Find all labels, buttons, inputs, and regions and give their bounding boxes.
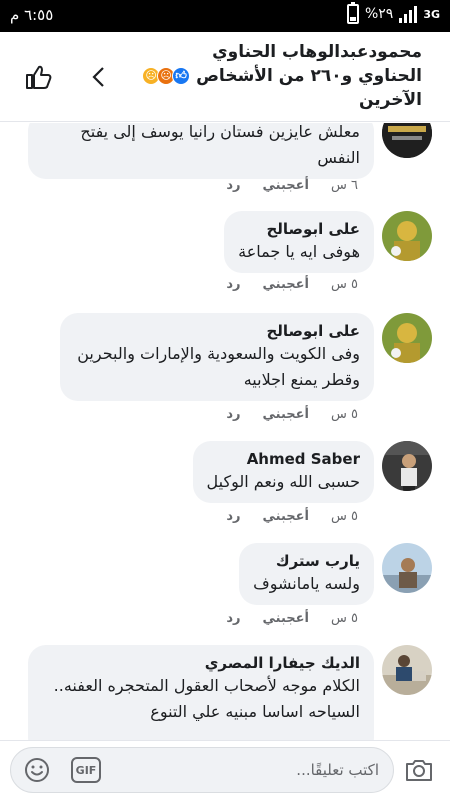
status-bar: ٦:٥٥ م %٢٩ 3G — [0, 0, 450, 32]
comment-item: يارب سترك ولسه يامانشوف ٥ س أعجبني رد — [12, 543, 432, 638]
comment-bubble[interactable]: معلش عايزين فستان رانيا يوسف إلى يفتح ال… — [28, 123, 374, 179]
status-time: ٦:٥٥ م — [10, 6, 54, 24]
comments-list[interactable]: معلش عايزين فستان رانيا يوسف إلى يفتح ال… — [0, 123, 450, 740]
like-comment-button[interactable]: أعجبني — [263, 407, 309, 422]
comment-item: الديك جيفارا المصري الكلام موجه لأصحاب ا… — [12, 645, 432, 740]
reactions-header: محمودعبدالوهاب الحناوي الحناوي و٢٦٠ من ا… — [0, 32, 450, 122]
comment-actions: ٥ س أعجبني رد — [226, 611, 358, 626]
comment-time: ٦ س — [331, 178, 358, 193]
comment-text: الكلام موجه لأصحاب العقول المتحجره العفن… — [53, 676, 360, 721]
battery-icon — [346, 2, 359, 24]
back-button[interactable] — [84, 62, 114, 92]
emoji-button[interactable] — [23, 756, 51, 784]
avatar[interactable] — [382, 123, 432, 158]
comment-bubble[interactable]: على ابوصالح هوفى ايه يا جماعة — [224, 211, 374, 273]
comment-time: ٥ س — [331, 509, 358, 524]
comment-bubble[interactable]: على ابوصالح وفى الكويت والسعودية والإمار… — [60, 313, 374, 401]
comment-time: ٥ س — [331, 407, 358, 422]
battery-percent: %٢٩ — [364, 6, 394, 22]
comment-author[interactable]: على ابوصالح — [238, 219, 360, 239]
comment-time: ٥ س — [331, 611, 358, 626]
comment-item: Ahmed Saber حسبى الله ونعم الوكيل ٥ س أع… — [12, 441, 432, 536]
comment-author[interactable]: الديك جيفارا المصري — [42, 653, 360, 673]
comment-input[interactable]: اكتب تعليقًا... GIF — [10, 747, 394, 793]
reaction-icons: ☹ ☹ 👍︎ — [142, 67, 191, 85]
comment-composer: اكتب تعليقًا... GIF — [0, 740, 450, 800]
avatar[interactable] — [382, 313, 432, 363]
header-title-line3: الآخرين — [359, 90, 422, 110]
comment-text: معلش عايزين فستان رانيا يوسف إلى يفتح ال… — [80, 123, 360, 167]
chevron-left-icon — [92, 67, 104, 87]
emoji-icon — [25, 758, 49, 782]
comment-item: على ابوصالح وفى الكويت والسعودية والإمار… — [12, 313, 432, 422]
comment-actions: ٥ س أعجبني رد — [226, 509, 358, 524]
avatar[interactable] — [382, 441, 432, 491]
reply-comment-button[interactable]: رد — [226, 509, 240, 524]
comment-text: وفى الكويت والسعودية والإمارات والبحرين … — [77, 344, 360, 389]
comment-time: ٥ س — [331, 277, 358, 292]
comment-item: معلش عايزين فستان رانيا يوسف إلى يفتح ال… — [12, 123, 432, 198]
header-title-line1: محمودعبدالوهاب الحناوي — [212, 42, 422, 62]
comment-author[interactable]: يارب سترك — [253, 551, 360, 571]
like-comment-button[interactable]: أعجبني — [263, 178, 309, 193]
camera-icon — [406, 760, 432, 781]
avatar[interactable] — [382, 543, 432, 593]
comment-bubble[interactable]: الديك جيفارا المصري الكلام موجه لأصحاب ا… — [28, 645, 374, 740]
comment-item: على ابوصالح هوفى ايه يا جماعة ٥ س أعجبني… — [12, 211, 432, 306]
comment-actions: ٥ س أعجبني رد — [226, 407, 358, 422]
header-title-line2: الحناوي و٢٦٠ من الأشخاص — [196, 66, 422, 86]
status-icons: %٢٩ 3G — [346, 2, 440, 24]
like-comment-button[interactable]: أعجبني — [263, 509, 309, 524]
thumbs-up-icon — [26, 65, 52, 89]
comment-actions: ٥ س أعجبني رد — [226, 277, 358, 292]
avatar[interactable] — [382, 211, 432, 261]
reactions-summary[interactable]: محمودعبدالوهاب الحناوي الحناوي و٢٦٠ من ا… — [92, 40, 422, 112]
reply-comment-button[interactable]: رد — [226, 407, 240, 422]
comment-input-placeholder: اكتب تعليقًا... — [296, 761, 379, 779]
comment-bubble[interactable]: يارب سترك ولسه يامانشوف — [239, 543, 374, 605]
comment-actions: ٦ س أعجبني رد — [226, 178, 358, 193]
comment-author[interactable]: Ahmed Saber — [207, 449, 360, 469]
comment-text: ولسه يامانشوف — [253, 574, 360, 593]
comment-text: حسبى الله ونعم الوكيل — [206, 472, 360, 491]
reply-comment-button[interactable]: رد — [226, 611, 240, 626]
like-post-button[interactable] — [22, 60, 56, 94]
network-type: 3G — [423, 7, 440, 21]
avatar[interactable] — [382, 645, 432, 695]
comment-bubble[interactable]: Ahmed Saber حسبى الله ونعم الوكيل — [192, 441, 374, 503]
camera-button[interactable] — [402, 753, 436, 787]
reply-comment-button[interactable]: رد — [226, 178, 240, 193]
like-comment-button[interactable]: أعجبني — [263, 611, 309, 626]
reply-comment-button[interactable]: رد — [226, 277, 240, 292]
comment-author[interactable]: على ابوصالح — [74, 321, 360, 341]
like-comment-button[interactable]: أعجبني — [263, 277, 309, 292]
signal-icon — [399, 5, 418, 23]
like-reaction-icon: 👍︎ — [172, 67, 191, 85]
gif-button[interactable]: GIF — [71, 757, 101, 783]
comment-text: هوفى ايه يا جماعة — [238, 242, 360, 261]
